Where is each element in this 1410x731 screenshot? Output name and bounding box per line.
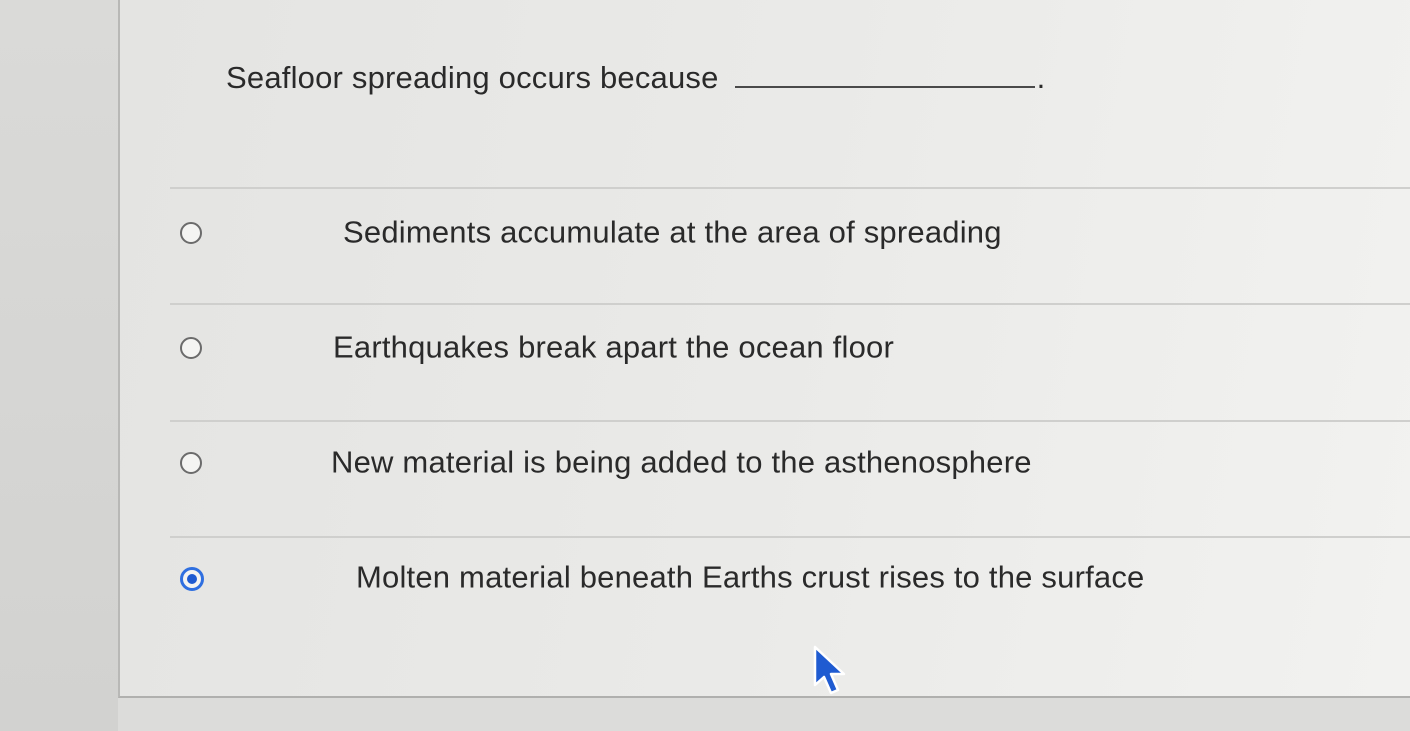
answer-option-2[interactable]: Earthquakes break apart the ocean floor [170,318,1410,378]
option-label: New material is being added to the asthe… [331,444,1032,480]
option-label: Molten material beneath Earths crust ris… [356,559,1145,595]
screen: Seafloor spreading occurs because. Sedim… [0,0,1410,731]
radio-button-icon[interactable] [180,222,202,244]
radio-button-icon[interactable] [180,337,202,359]
below-panel [118,698,1410,731]
question-period: . [1036,60,1046,95]
option-divider [170,187,1410,189]
answer-option-3[interactable]: New material is being added to the asthe… [170,433,1410,493]
answer-option-1[interactable]: Sediments accumulate at the area of spre… [170,203,1410,263]
answer-option-4[interactable]: Molten material beneath Earths crust ris… [170,548,1410,608]
option-divider [170,536,1410,538]
option-label: Sediments accumulate at the area of spre… [343,214,1002,250]
question-prompt: Seafloor spreading occurs because. [226,60,1045,96]
option-divider [170,420,1410,422]
left-margin [0,0,118,731]
radio-button-selected-icon[interactable] [180,567,204,591]
option-label: Earthquakes break apart the ocean floor [333,329,894,365]
option-divider [170,303,1410,305]
question-text: Seafloor spreading occurs because [226,60,719,95]
mouse-pointer-icon [813,645,846,695]
radio-button-icon[interactable] [180,452,202,474]
answer-blank [734,66,1035,88]
